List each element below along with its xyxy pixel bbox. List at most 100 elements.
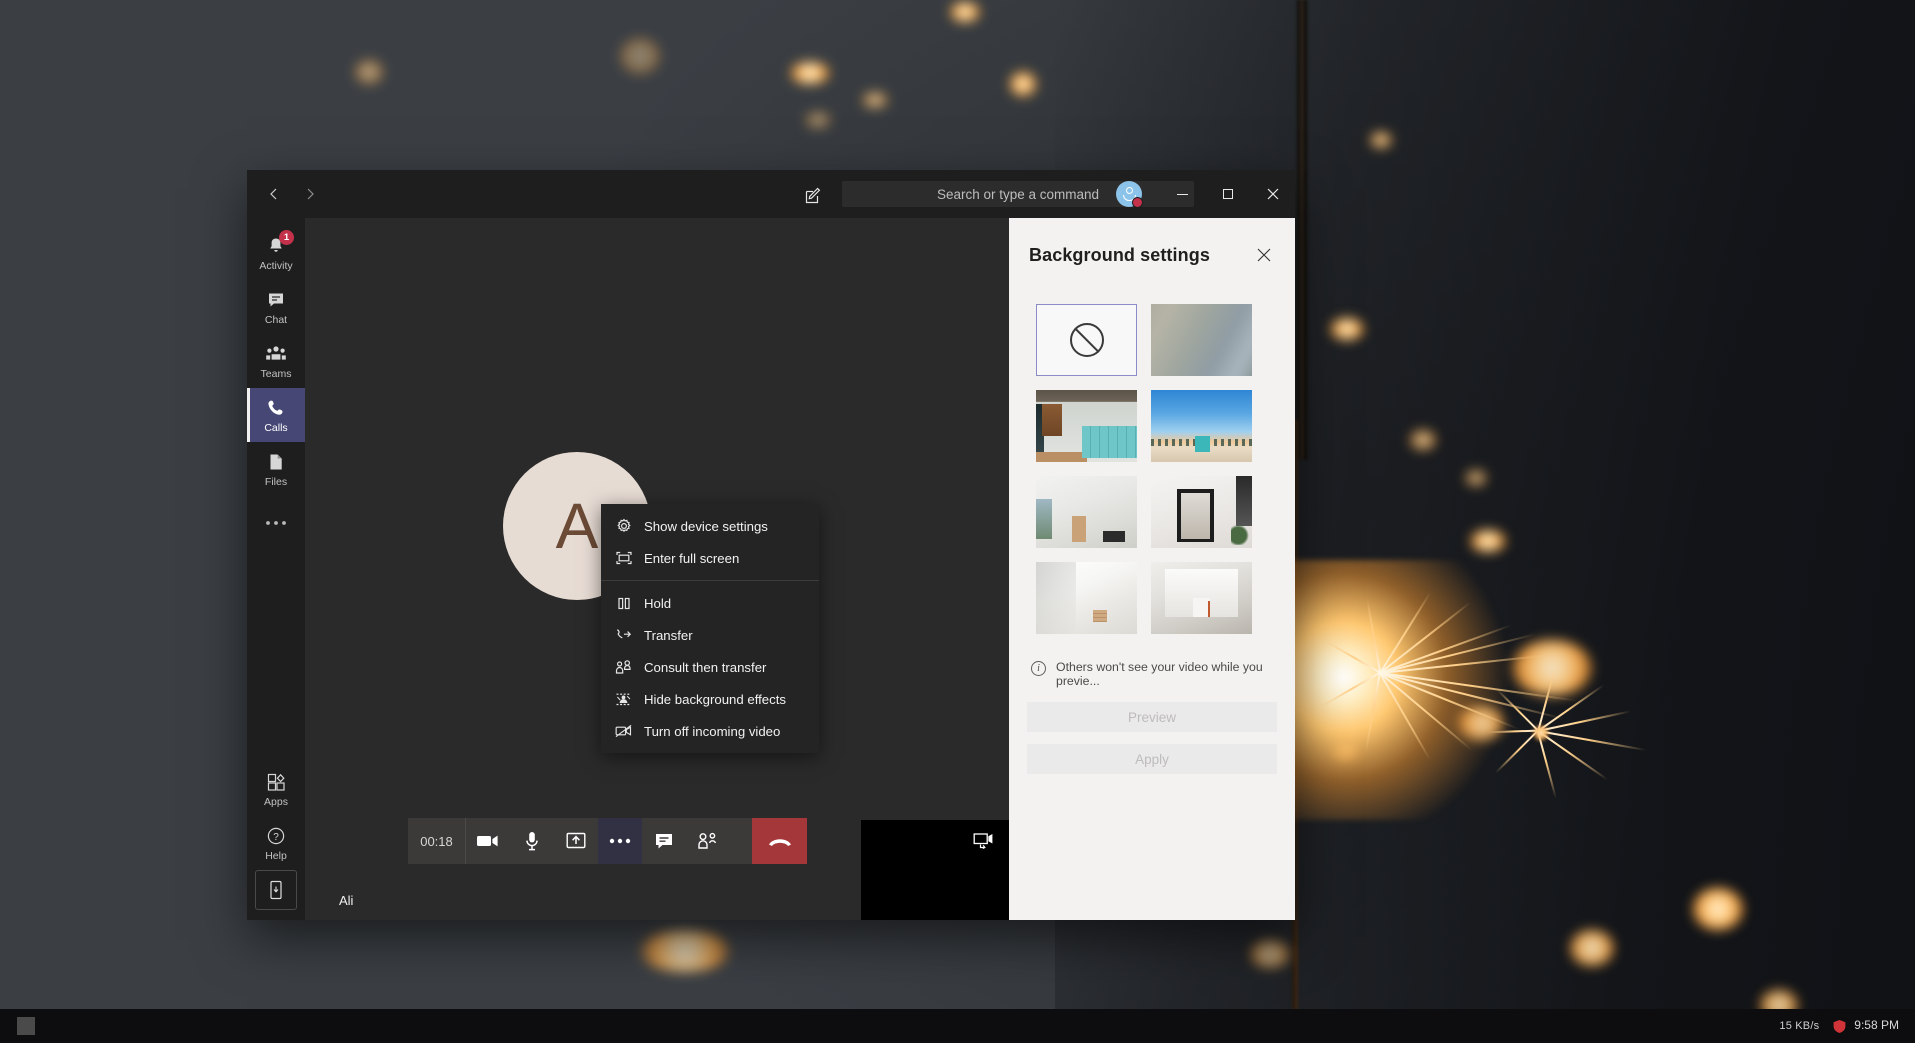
thumb-detail bbox=[1181, 493, 1210, 540]
download-mobile-app-button[interactable] bbox=[255, 870, 297, 910]
thumb-detail bbox=[1102, 530, 1125, 543]
menu-item-label: Turn off incoming video bbox=[644, 723, 781, 739]
background-thumb-white-room-window[interactable] bbox=[1036, 476, 1137, 548]
microphone-button[interactable] bbox=[510, 818, 554, 864]
menu-item-enter-full-screen[interactable]: Enter full screen bbox=[601, 542, 819, 574]
sidebar-item-calls[interactable]: Calls bbox=[247, 388, 305, 442]
background-thumb-office-lockers[interactable] bbox=[1036, 390, 1137, 462]
menu-item-transfer[interactable]: Transfer bbox=[601, 619, 819, 651]
thumb-detail bbox=[1092, 609, 1107, 623]
menu-separator bbox=[601, 580, 819, 581]
sparkler-burn-core bbox=[1265, 560, 1525, 820]
teams-body: 1 Activity Chat Teams Calls Files Apps ?… bbox=[247, 218, 1295, 920]
self-video-tile[interactable] bbox=[861, 820, 1009, 920]
people-icon bbox=[265, 343, 287, 365]
sidebar-item-label: Help bbox=[265, 849, 287, 862]
menu-item-label: Hide background effects bbox=[644, 691, 786, 707]
hang-up-button[interactable] bbox=[752, 818, 807, 864]
thumb-detail bbox=[1042, 404, 1063, 437]
bell-icon: 1 bbox=[265, 229, 294, 257]
fullscreen-icon bbox=[615, 551, 632, 565]
background-panel-header: Background settings bbox=[1009, 218, 1295, 266]
start-button[interactable] bbox=[0, 1009, 52, 1043]
menu-item-turn-off-incoming-video[interactable]: Turn off incoming video bbox=[601, 715, 819, 747]
teams-titlebar: Search or type a command bbox=[247, 170, 1295, 218]
background-thumb-beach-lifeguard-tower[interactable] bbox=[1151, 390, 1252, 462]
person-add-icon bbox=[615, 659, 632, 675]
blur-preview bbox=[1151, 304, 1252, 376]
activity-badge: 1 bbox=[279, 229, 294, 245]
sidebar-item-label: Chat bbox=[264, 313, 288, 326]
app-rail: 1 Activity Chat Teams Calls Files Apps ?… bbox=[247, 218, 305, 920]
sparkler-stick bbox=[1295, 0, 1309, 460]
participant-initial: A bbox=[555, 490, 599, 562]
sidebar-item-chat[interactable]: Chat bbox=[247, 280, 305, 334]
windows-taskbar: 15 KB/s 9:58 PM bbox=[0, 1009, 1915, 1043]
background-thumb-room-with-mirror[interactable] bbox=[1151, 476, 1252, 548]
more-horizontal-icon bbox=[265, 512, 287, 534]
sidebar-item-label: Calls bbox=[264, 421, 288, 434]
thumb-detail bbox=[1072, 516, 1087, 543]
back-icon[interactable] bbox=[259, 179, 289, 209]
phone-arrow-icon bbox=[615, 628, 632, 643]
forward-icon[interactable] bbox=[295, 179, 325, 209]
chat-bubble-icon bbox=[265, 289, 287, 311]
thumb-detail bbox=[1036, 562, 1077, 634]
shield-icon[interactable] bbox=[1832, 1019, 1847, 1034]
thumb-detail bbox=[1235, 476, 1252, 527]
titlebar-right-controls bbox=[1116, 170, 1295, 218]
avatar[interactable] bbox=[1116, 181, 1143, 208]
sidebar-item-apps[interactable]: Apps bbox=[247, 762, 305, 816]
maximize-button[interactable] bbox=[1205, 170, 1250, 218]
presence-badge-busy bbox=[1132, 197, 1143, 208]
menu-item-consult-then-transfer[interactable]: Consult then transfer bbox=[601, 651, 819, 683]
sidebar-item-teams[interactable]: Teams bbox=[247, 334, 305, 388]
info-icon: i bbox=[1031, 661, 1046, 676]
background-thumb-white-stairwell[interactable] bbox=[1036, 562, 1137, 634]
participants-button[interactable] bbox=[686, 818, 730, 864]
menu-item-label: Show device settings bbox=[644, 518, 768, 534]
apply-button[interactable]: Apply bbox=[1027, 744, 1277, 774]
menu-item-label: Consult then transfer bbox=[644, 659, 767, 675]
thumb-detail bbox=[1207, 600, 1210, 617]
sidebar-item-files[interactable]: Files bbox=[247, 442, 305, 496]
menu-item-hold[interactable]: Hold bbox=[601, 587, 819, 619]
background-effects-icon bbox=[615, 692, 632, 707]
menu-item-label: Hold bbox=[644, 595, 672, 611]
background-thumb-no-background[interactable] bbox=[1036, 304, 1137, 376]
background-thumb-blur[interactable] bbox=[1151, 304, 1252, 376]
minimize-button[interactable] bbox=[1160, 170, 1205, 218]
share-screen-button[interactable] bbox=[554, 818, 598, 864]
compose-pencil-icon[interactable] bbox=[800, 182, 826, 208]
close-icon[interactable] bbox=[1253, 244, 1275, 266]
close-button[interactable] bbox=[1250, 170, 1295, 218]
self-name-label: Ali bbox=[339, 893, 354, 908]
gear-icon bbox=[615, 518, 632, 534]
menu-item-label: Enter full screen bbox=[644, 550, 740, 566]
menu-item-hide-background-effects[interactable]: Hide background effects bbox=[601, 683, 819, 715]
navigation-arrows bbox=[247, 179, 325, 209]
sidebar-item-activity[interactable]: 1 Activity bbox=[247, 226, 305, 280]
thumb-detail bbox=[1082, 426, 1137, 458]
clock[interactable]: 9:58 PM bbox=[1854, 1019, 1899, 1032]
page-title: Background settings bbox=[1029, 244, 1210, 265]
menu-item-label: Transfer bbox=[644, 627, 693, 643]
more-options-button[interactable] bbox=[598, 818, 642, 864]
chat-button[interactable] bbox=[642, 818, 686, 864]
menu-item-show-device-settings[interactable]: Show device settings bbox=[601, 510, 819, 542]
preview-button[interactable]: Preview bbox=[1027, 702, 1277, 732]
thumb-detail bbox=[1036, 451, 1087, 462]
background-thumb-white-gallery-room[interactable] bbox=[1151, 562, 1252, 634]
mobile-phone-icon bbox=[270, 880, 282, 900]
camera-button[interactable] bbox=[466, 818, 510, 864]
background-thumbnail-grid bbox=[1009, 266, 1295, 634]
sidebar-item-more[interactable] bbox=[247, 496, 305, 550]
sidebar-item-label: Activity bbox=[259, 259, 293, 272]
sidebar-item-help[interactable]: ? Help bbox=[247, 816, 305, 870]
network-speed-label: 15 KB/s bbox=[1779, 1020, 1820, 1032]
call-options-context-menu: Show device settings Enter full screen H… bbox=[601, 504, 819, 753]
svg-text:?: ? bbox=[273, 832, 279, 843]
screen-share-video-icon bbox=[973, 832, 995, 855]
desktop: Search or type a command 1 Activity Chat… bbox=[0, 0, 1915, 1043]
thumb-detail bbox=[1036, 499, 1053, 540]
